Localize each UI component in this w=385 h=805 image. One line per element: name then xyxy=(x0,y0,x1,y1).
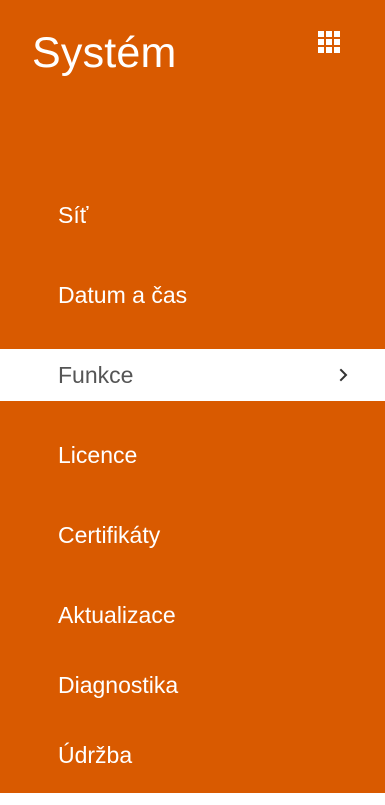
sidebar-item-sit[interactable]: Síť xyxy=(0,189,385,241)
page-title: Systém xyxy=(32,29,177,77)
sidebar-item-label: Síť xyxy=(58,202,89,228)
sidebar-item-label: Licence xyxy=(58,442,138,468)
sidebar-item-certifikaty[interactable]: Certifikáty xyxy=(0,509,385,561)
sidebar-item-aktualizace[interactable]: Aktualizace xyxy=(0,589,385,641)
sidebar-item-udrzba[interactable]: Údržba xyxy=(0,729,385,781)
chevron-right-icon xyxy=(338,365,350,385)
sidebar-item-label: Aktualizace xyxy=(58,602,176,628)
sidebar-item-label: Údržba xyxy=(58,742,133,768)
sidebar-item-licence[interactable]: Licence xyxy=(0,429,385,481)
sidebar-item-diagnostika[interactable]: Diagnostika xyxy=(0,659,385,711)
sidebar-header: Systém xyxy=(0,0,385,110)
sidebar-item-datum-a-cas[interactable]: Datum a čas xyxy=(0,269,385,321)
sidebar-item-funkce[interactable]: Funkce xyxy=(0,349,385,401)
sidebar-item-label: Diagnostika xyxy=(58,672,179,698)
sidebar-item-label: Funkce xyxy=(58,362,134,388)
sidebar-item-label: Certifikáty xyxy=(58,522,161,548)
apps-grid-icon xyxy=(318,31,340,53)
sidebar-item-label: Datum a čas xyxy=(58,282,188,308)
apps-grid-button[interactable] xyxy=(318,31,340,53)
sidebar: Systém Síť Datum a čas Funkce Licence Ce… xyxy=(0,0,385,793)
page: Systém Síť Datum a čas Funkce Licence Ce… xyxy=(0,0,385,805)
